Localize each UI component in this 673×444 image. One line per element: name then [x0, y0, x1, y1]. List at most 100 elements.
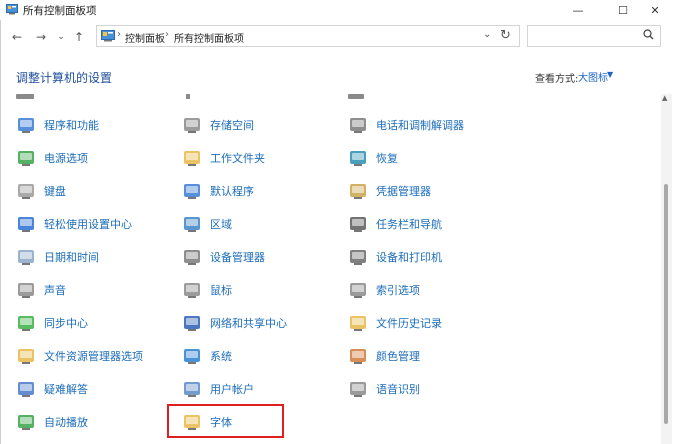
forward-button[interactable]: → [32, 28, 50, 46]
control-panel-icon [101, 30, 115, 42]
control-panel-item-label: 工作文件夹 [210, 152, 265, 165]
chevron-down-icon[interactable]: ▼ [607, 70, 613, 79]
control-panel-item[interactable]: 键盘 [16, 179, 66, 203]
folder-options-icon [16, 346, 36, 366]
control-panel-item[interactable]: 日期和时间 [16, 245, 99, 269]
control-panel-item[interactable]: 任务栏和导航 [348, 212, 442, 236]
control-panel-item[interactable]: 同步中心 [16, 311, 88, 335]
speaker-icon [16, 280, 36, 300]
control-panel-item[interactable]: 电源选项 [16, 146, 88, 170]
control-panel-item-label: 系统 [210, 350, 232, 363]
control-panel-item-label: 设备管理器 [210, 251, 265, 264]
view-by-dropdown[interactable]: 大图标 [578, 69, 608, 84]
control-panel-item-label: 文件历史记录 [376, 317, 442, 330]
control-panel-item-label: 日期和时间 [44, 251, 99, 264]
control-panel-item-label: 用户帐户 [210, 383, 254, 396]
highlight-box [167, 404, 284, 438]
control-panel-item[interactable]: 设备管理器 [182, 245, 265, 269]
system-icon [182, 346, 202, 366]
control-panel-item-label: 区域 [210, 218, 232, 231]
control-panel-item-label: 键盘 [44, 185, 66, 198]
control-panel-item[interactable]: 语音识别 [348, 377, 420, 401]
address-dropdown-icon[interactable]: ⌄ [483, 29, 491, 40]
control-panel-item[interactable]: 存储空间 [182, 113, 254, 137]
breadcrumb-control-panel[interactable]: 控制面板 [125, 30, 165, 45]
region-icon [182, 214, 202, 234]
breadcrumb-separator: › [165, 29, 169, 40]
control-panel-item[interactable]: 恢复 [348, 146, 398, 170]
control-panel-item-label: 凭据管理器 [376, 185, 431, 198]
control-panel-item-label: 电话和调制解调器 [376, 119, 464, 132]
control-panel-item-label: 语音识别 [376, 383, 420, 396]
breadcrumb-separator: › [117, 29, 121, 40]
phone-modem-icon [348, 115, 368, 135]
control-panel-item[interactable]: 轻松使用设置中心 [16, 212, 132, 236]
control-panel-item[interactable]: 文件资源管理器选项 [16, 344, 143, 368]
recent-locations-button[interactable]: ⌄ [52, 28, 70, 46]
control-panel-item-label: 文件资源管理器选项 [44, 350, 143, 363]
breadcrumb-all-items[interactable]: 所有控制面板项 [174, 30, 244, 45]
maximize-button[interactable]: ☐ [605, 0, 641, 20]
control-panel-item[interactable]: 索引选项 [348, 278, 420, 302]
scrollbar-thumb[interactable] [664, 184, 668, 424]
control-panel-item[interactable]: 区域 [182, 212, 232, 236]
mouse-icon [182, 280, 202, 300]
minimize-button[interactable]: — [560, 0, 596, 20]
vertical-scrollbar[interactable]: ▲ [661, 94, 672, 444]
taskbar-icon [348, 214, 368, 234]
partial-item-icon [348, 94, 364, 99]
control-panel-item[interactable]: 自动播放 [16, 410, 88, 434]
control-panel-item[interactable]: 网络和共享中心 [182, 311, 287, 335]
search-icon [643, 29, 654, 43]
clock-icon [16, 247, 36, 267]
control-panel-item[interactable]: 默认程序 [182, 179, 254, 203]
search-input[interactable] [527, 25, 661, 47]
microphone-icon [348, 379, 368, 399]
control-panel-item-label: 任务栏和导航 [376, 218, 442, 231]
close-button[interactable]: ✕ [637, 0, 673, 20]
control-panel-item[interactable]: 系统 [182, 344, 232, 368]
address-bar[interactable]: › 控制面板 › 所有控制面板项 ⌄ [96, 25, 520, 47]
up-arrow-icon: ↑ [73, 30, 85, 44]
control-panel-item[interactable]: 程序和功能 [16, 113, 99, 137]
control-panel-item-label: 电源选项 [44, 152, 88, 165]
control-panel-item[interactable]: 工作文件夹 [182, 146, 265, 170]
control-panel-item-label: 设备和打印机 [376, 251, 442, 264]
keyboard-icon [16, 181, 36, 201]
control-panel-item[interactable]: 颜色管理 [348, 344, 420, 368]
control-panel-item[interactable]: 用户帐户 [182, 377, 254, 401]
control-panel-item[interactable]: 电话和调制解调器 [348, 113, 464, 137]
control-panel-item[interactable]: 疑难解答 [16, 377, 88, 401]
control-panel-item-label: 恢复 [376, 152, 398, 165]
user-accounts-icon [182, 379, 202, 399]
control-panel-item[interactable]: 文件历史记录 [348, 311, 442, 335]
refresh-button[interactable]: ↻ [500, 28, 511, 43]
printer-icon [348, 247, 368, 267]
control-panel-item-label: 鼠标 [210, 284, 232, 297]
device-manager-icon [182, 247, 202, 267]
partial-item-icon [186, 94, 190, 99]
control-panel-item-label: 疑难解答 [44, 383, 88, 396]
scroll-up-arrow-icon[interactable]: ▲ [662, 94, 667, 102]
control-panel-item[interactable]: 凭据管理器 [348, 179, 431, 203]
default-programs-icon [182, 181, 202, 201]
control-panel-item-label: 存储空间 [210, 119, 254, 132]
control-panel-item-label: 程序和功能 [44, 119, 99, 132]
work-folders-icon [182, 148, 202, 168]
control-panel-item-label: 颜色管理 [376, 350, 420, 363]
control-panel-item[interactable]: 声音 [16, 278, 66, 302]
control-panel-items: 程序和功能电源选项键盘轻松使用设置中心日期和时间声音同步中心文件资源管理器选项疑… [0, 94, 659, 444]
up-button[interactable]: ↑ [70, 28, 88, 46]
maximize-icon: ☐ [618, 3, 628, 17]
control-panel-item-label: 默认程序 [210, 185, 254, 198]
back-button[interactable]: ← [8, 28, 26, 46]
chevron-down-icon: ⌄ [57, 32, 65, 42]
network-icon [182, 313, 202, 333]
back-arrow-icon: ← [11, 30, 23, 44]
storage-icon [182, 115, 202, 135]
control-panel-item[interactable]: 设备和打印机 [348, 245, 442, 269]
ease-of-access-icon [16, 214, 36, 234]
control-panel-item[interactable]: 鼠标 [182, 278, 232, 302]
autoplay-icon [16, 412, 36, 432]
control-panel-item-label: 同步中心 [44, 317, 88, 330]
